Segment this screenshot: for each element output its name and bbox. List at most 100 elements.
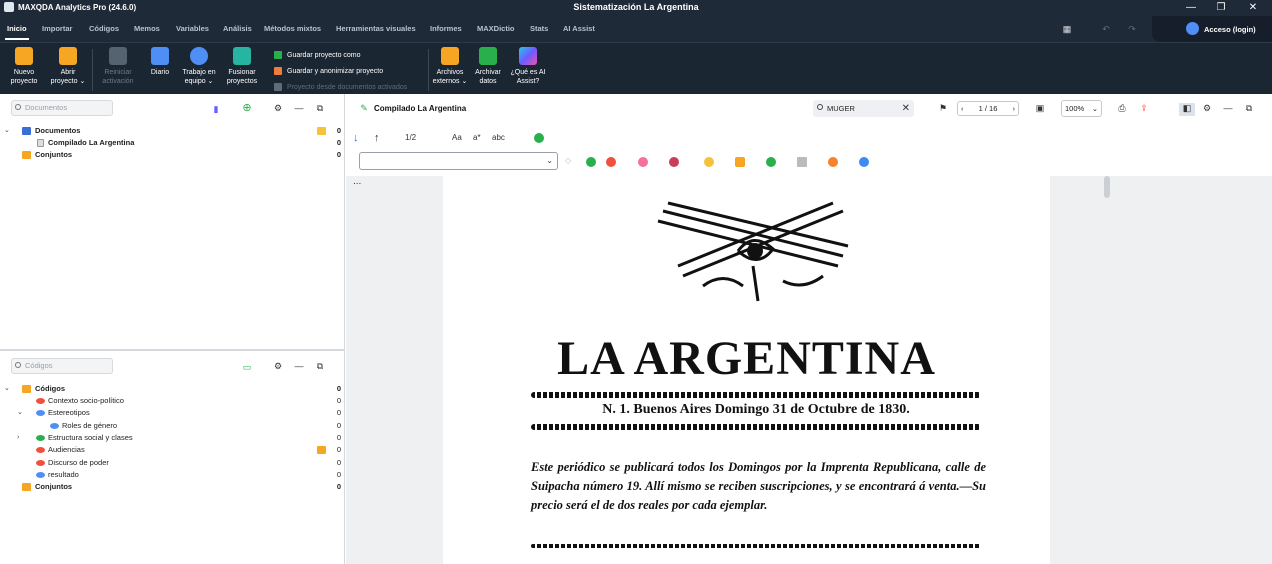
tab-stats[interactable]: Stats — [530, 24, 548, 33]
tab-maxdictio[interactable]: MAXDictio — [477, 24, 515, 33]
color-code-icon[interactable] — [669, 157, 679, 167]
code-color-icon — [36, 472, 45, 478]
chevron-down-icon[interactable]: ⌄ — [4, 125, 10, 137]
tree-row-code-sets[interactable]: Conjuntos 0 — [0, 481, 345, 493]
merge-projects-button[interactable]: Fusionar proyectos — [222, 47, 262, 86]
project-from-docs-button[interactable]: Proyecto desde documentos activados — [274, 79, 407, 95]
code-selector[interactable]: ⌄ — [359, 152, 558, 170]
memo-icon[interactable] — [317, 446, 326, 454]
tab-herramientas-visuales[interactable]: Herramientas visuales — [336, 24, 416, 33]
redo-icon[interactable]: ↷ — [1127, 24, 1137, 34]
gear-icon[interactable]: ⚙ — [273, 103, 283, 113]
minimize-panel-icon[interactable]: — — [294, 103, 304, 113]
panel-splitter[interactable] — [0, 349, 345, 351]
new-document-icon[interactable]: ▮ — [211, 104, 221, 114]
code-row[interactable]: Discurso de poder 0 — [0, 457, 345, 469]
code-row[interactable]: resultado 0 — [0, 469, 345, 481]
edit-icon[interactable]: ✎ — [359, 103, 369, 113]
tab-metodos-mixtos[interactable]: Métodos mixtos — [264, 24, 321, 33]
memo-icon[interactable] — [317, 127, 326, 135]
tab-inicio[interactable]: Inicio — [5, 24, 29, 40]
restore-button[interactable]: ❐ — [1206, 0, 1236, 16]
tab-importar[interactable]: Importar — [42, 24, 72, 33]
highlight-icon[interactable] — [638, 157, 648, 167]
undock-icon[interactable]: ⧉ — [315, 103, 325, 113]
teamwork-button[interactable]: Trabajo en equipo ⌄ — [178, 47, 220, 86]
memo-add-icon[interactable] — [735, 157, 745, 167]
chevron-right-icon[interactable]: › — [17, 432, 19, 444]
chevron-down-icon[interactable]: ⌄ — [4, 383, 10, 395]
tab-analisis[interactable]: Análisis — [223, 24, 252, 33]
code-row[interactable]: Contexto socio-político 0 — [0, 395, 345, 407]
page-navigator[interactable]: ‹ 1 / 16 › — [957, 101, 1019, 116]
bookmark-icon[interactable]: ⚑ — [938, 103, 948, 113]
diamond-icon[interactable]: ◇ — [565, 156, 571, 165]
code-row[interactable]: Audiencias 0 — [0, 444, 345, 456]
undock-icon[interactable]: ⧉ — [315, 361, 325, 371]
minimize-button[interactable]: — — [1176, 0, 1206, 16]
code-add-icon[interactable] — [534, 133, 544, 143]
font-style-button[interactable]: a* — [473, 133, 481, 142]
previous-page-icon[interactable]: ‹ — [961, 102, 964, 115]
gear-icon[interactable]: ⚙ — [1202, 103, 1212, 113]
clear-search-icon[interactable]: ✕ — [902, 100, 910, 117]
archive-data-button[interactable]: Archivar datos — [471, 47, 505, 86]
print-icon[interactable]: ⎙ — [1117, 103, 1127, 113]
code-row[interactable]: ⌄ Estereotipos 0 — [0, 407, 345, 419]
tree-row-compilado[interactable]: Compilado La Argentina 0 — [0, 137, 345, 149]
chevron-down-icon[interactable]: ⌄ — [17, 407, 23, 419]
spellcheck-button[interactable]: abc — [492, 133, 505, 142]
tree-row-documents[interactable]: ⌄ Documentos 0 — [0, 125, 345, 137]
code-row[interactable]: › Estructura social y clases 0 — [0, 432, 345, 444]
font-size-button[interactable]: Aa — [452, 133, 462, 142]
link-icon[interactable] — [766, 157, 776, 167]
more-options-button[interactable]: ... — [353, 176, 361, 187]
new-project-button[interactable]: Nuevo proyecto — [4, 47, 44, 86]
code-with-new-icon[interactable] — [606, 157, 616, 167]
page-view-icon[interactable]: ▣ — [1035, 103, 1045, 113]
next-page-icon[interactable]: › — [1013, 102, 1016, 115]
ai-assist-info-button[interactable]: ¿Qué es AI Assist? — [507, 47, 549, 86]
code-count: 0 — [336, 433, 341, 442]
panel-toggle-icon[interactable]: ◧ — [1179, 103, 1195, 116]
tab-informes[interactable]: Informes — [430, 24, 462, 33]
tab-ai-assist[interactable]: AI Assist — [563, 24, 595, 33]
layout-icon[interactable]: ▦ — [1062, 24, 1072, 34]
zoom-select[interactable]: 100% ⌄ — [1061, 100, 1102, 117]
code-row[interactable]: Roles de género 0 — [0, 420, 345, 432]
comment-icon[interactable] — [828, 157, 838, 167]
undo-icon[interactable]: ↶ — [1101, 24, 1111, 34]
tree-row-codes[interactable]: ⌄ Códigos 0 — [0, 383, 345, 395]
document-icon — [37, 139, 44, 147]
paragraph-icon[interactable] — [797, 157, 807, 167]
vertical-scrollbar[interactable] — [1104, 176, 1110, 198]
new-code-icon[interactable]: ▭ — [242, 362, 252, 372]
save-anonymize-button[interactable]: Guardar y anonimizar proyecto — [274, 63, 407, 79]
undock-icon[interactable]: ⧉ — [1244, 103, 1254, 113]
external-files-button[interactable]: Archivos externos ⌄ — [432, 47, 468, 86]
login-label: Acceso (login) — [1204, 25, 1256, 34]
tab-variables[interactable]: Variables — [176, 24, 209, 33]
login-button[interactable]: Acceso (login) — [1152, 16, 1272, 42]
arrow-down-icon[interactable]: ↓ — [353, 132, 359, 144]
save-as-button[interactable]: Guardar proyecto como — [274, 47, 407, 63]
open-project-button[interactable]: Abrir proyecto ⌄ — [47, 47, 89, 86]
export-icon[interactable]: ⇪ — [1139, 103, 1149, 113]
codes-search-input[interactable]: Códigos — [11, 358, 113, 374]
diary-button[interactable]: Diario — [146, 47, 174, 77]
tab-memos[interactable]: Memos — [134, 24, 160, 33]
emoticode-icon[interactable] — [704, 157, 714, 167]
minimize-panel-icon[interactable]: — — [1223, 103, 1233, 113]
ai-code-icon[interactable] — [859, 157, 869, 167]
minimize-panel-icon[interactable]: — — [294, 361, 304, 371]
restart-activation-button[interactable]: Reiniciar activación — [96, 47, 140, 86]
documents-search-input[interactable]: Documentos — [11, 100, 113, 116]
tree-row-sets[interactable]: Conjuntos 0 — [0, 149, 345, 161]
tab-codigos[interactable]: Códigos — [89, 24, 119, 33]
arrow-up-icon[interactable]: ↑ — [374, 132, 380, 144]
gear-icon[interactable]: ⚙ — [273, 361, 283, 371]
close-button[interactable]: ✕ — [1238, 0, 1268, 16]
document-search-input[interactable]: MUGER ✕ — [813, 100, 914, 117]
code-in-vivo-icon[interactable] — [586, 157, 596, 167]
add-icon[interactable]: ⊕ — [242, 103, 252, 114]
